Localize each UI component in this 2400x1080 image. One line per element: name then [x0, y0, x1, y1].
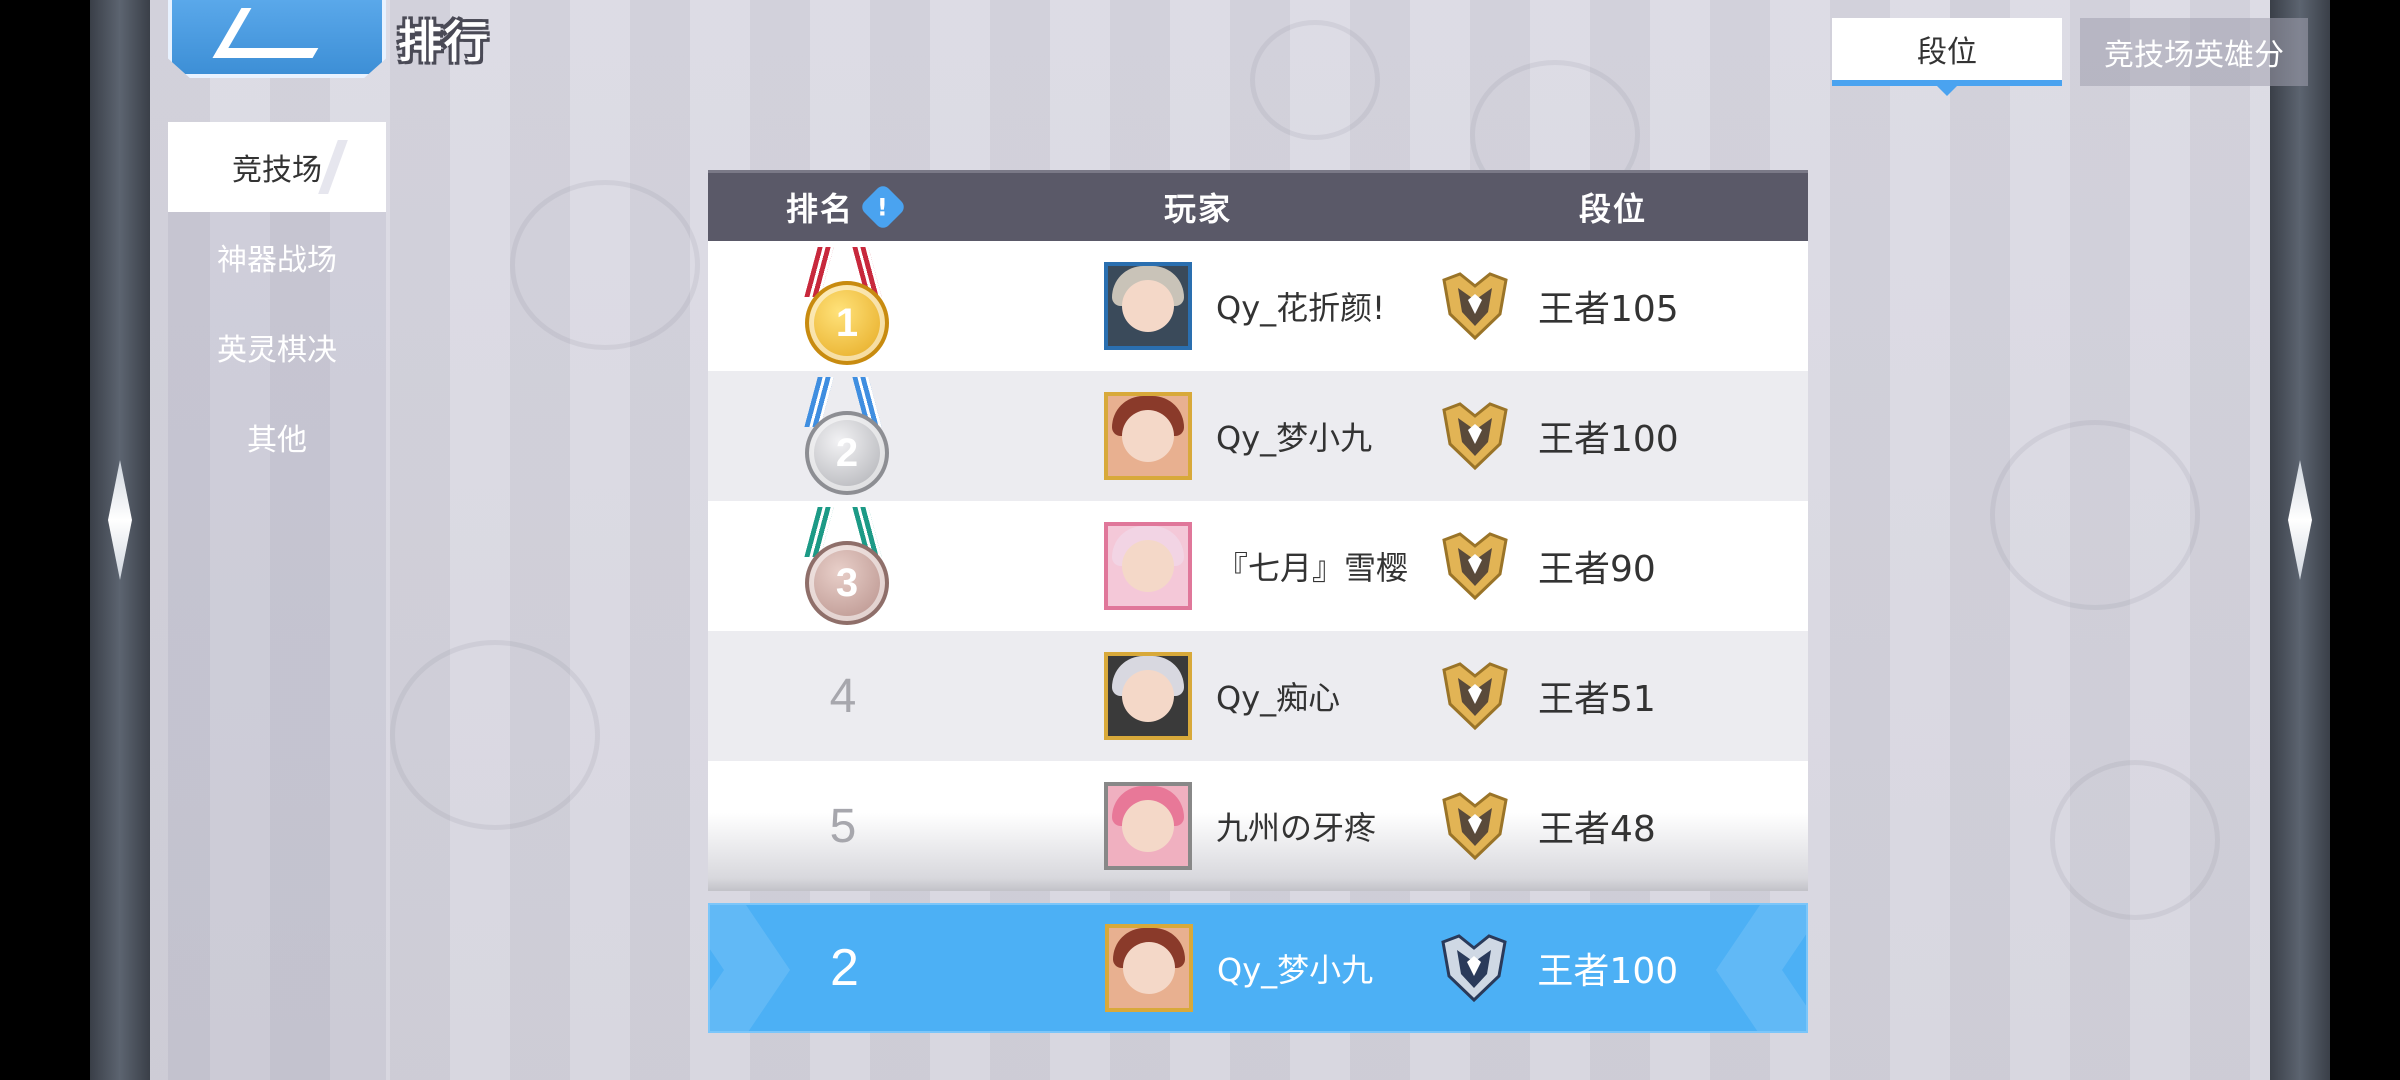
- king-tier-badge-icon: [1442, 272, 1508, 341]
- table-header: 排名 ! 玩家 段位: [708, 170, 1808, 241]
- rank-cell: 1: [708, 247, 978, 365]
- player-name: 九州の牙疼: [1216, 809, 1377, 847]
- player-cell: Qy_梦小九: [978, 392, 1418, 480]
- menu-item-artifact-battlefield[interactable]: 神器战场: [168, 212, 386, 302]
- background-decoration: [2050, 760, 2220, 920]
- player-name: Qy_花折颜!: [1216, 289, 1385, 327]
- player-name: Qy_痴心: [1216, 679, 1341, 717]
- king-tier-badge-icon: [1442, 402, 1508, 471]
- king-tier-badge-icon: [1442, 792, 1508, 861]
- back-arrow-icon: [212, 8, 342, 58]
- silver-medal-icon: 2: [793, 377, 893, 495]
- avatar[interactable]: [1105, 924, 1194, 1012]
- tier-text: 王者48: [1538, 809, 1656, 850]
- category-menu: 竞技场 神器战场 英灵棋决 其他: [168, 122, 386, 1080]
- table-row[interactable]: 1 Qy_花折颜! 王者105: [708, 241, 1808, 371]
- rank-number: 5: [829, 799, 857, 853]
- info-icon[interactable]: !: [858, 182, 908, 232]
- header-rank: 排名 !: [708, 182, 978, 232]
- header-player: 玩家: [1163, 190, 1232, 228]
- back-button[interactable]: [168, 0, 386, 78]
- header-tier: 段位: [1578, 190, 1647, 228]
- rank-number: 1: [805, 281, 889, 365]
- tab-rank-tier[interactable]: 段位: [1832, 18, 2062, 96]
- king-tier-badge-icon: [1442, 532, 1508, 601]
- player-cell: 『七月』雪樱: [978, 522, 1418, 610]
- avatar[interactable]: [1104, 392, 1192, 480]
- player-name: 『七月』雪樱: [1216, 549, 1409, 587]
- tier-cell: 王者51: [1418, 660, 1808, 732]
- menu-item-other[interactable]: 其他: [168, 392, 386, 482]
- my-rank-number: 2: [830, 939, 859, 997]
- player-cell: Qy_痴心: [978, 652, 1418, 740]
- table-row[interactable]: 4 Qy_痴心 王者51: [708, 631, 1808, 761]
- avatar[interactable]: [1104, 262, 1192, 350]
- gold-medal-icon: 1: [793, 247, 893, 365]
- header-rank-label: 排名: [785, 190, 854, 228]
- page-title: 排行: [398, 17, 490, 68]
- leaderboard-table: 排名 ! 玩家 段位 1 Qy_花折颜! 王者105 2 Qy_梦小九 王者10…: [708, 170, 1808, 1033]
- table-row[interactable]: 2 Qy_梦小九 王者100: [708, 371, 1808, 501]
- table-row[interactable]: 3 『七月』雪樱 王者90: [708, 501, 1808, 631]
- background-decoration: [390, 640, 600, 830]
- tier-text: 王者90: [1538, 549, 1656, 590]
- rank-cell: 4: [708, 669, 978, 724]
- rank-number: 3: [805, 541, 889, 625]
- player-cell: Qy_梦小九: [979, 924, 1417, 1012]
- avatar[interactable]: [1104, 652, 1192, 740]
- tab-arena-hero-score[interactable]: 竞技场英雄分: [2080, 18, 2308, 86]
- bronze-medal-icon: 3: [793, 507, 893, 625]
- avatar[interactable]: [1104, 522, 1192, 610]
- background-decoration: [1250, 20, 1380, 140]
- rank-cell: 3: [708, 507, 978, 625]
- tier-cell: 王者100: [1418, 400, 1808, 472]
- player-cell: 九州の牙疼: [978, 782, 1418, 870]
- rank-number: 2: [805, 411, 889, 495]
- tier-text: 王者105: [1538, 289, 1679, 330]
- background-decoration: [1990, 420, 2200, 610]
- menu-item-arena[interactable]: 竞技场: [168, 122, 386, 212]
- king-tier-badge-icon: [1442, 662, 1508, 731]
- king-tier-badge-icon: [1441, 934, 1508, 1003]
- my-tier-text: 王者100: [1537, 951, 1679, 992]
- avatar[interactable]: [1104, 782, 1192, 870]
- my-player-name: Qy_梦小九: [1217, 951, 1374, 989]
- background-decoration: [510, 180, 700, 350]
- tier-cell: 王者105: [1418, 270, 1808, 342]
- table-row[interactable]: 5 九州の牙疼 王者48: [708, 761, 1808, 891]
- left-frame-rail: [90, 0, 150, 1080]
- rail-gem-icon: [108, 460, 132, 580]
- menu-item-hero-chess[interactable]: 英灵棋决: [168, 302, 386, 392]
- tier-cell: 王者48: [1418, 790, 1808, 862]
- rank-cell: 2: [708, 377, 978, 495]
- tier-text: 王者51: [1538, 679, 1656, 720]
- my-rank-row[interactable]: 2 Qy_梦小九 王者100: [708, 903, 1808, 1033]
- rank-cell: 5: [708, 799, 978, 854]
- player-cell: Qy_花折颜!: [978, 262, 1418, 350]
- tier-cell: 王者90: [1418, 530, 1808, 602]
- right-frame-rail: [2270, 0, 2330, 1080]
- player-name: Qy_梦小九: [1216, 419, 1373, 457]
- rail-gem-icon: [2288, 460, 2312, 580]
- rank-number: 4: [829, 669, 857, 723]
- tier-text: 王者100: [1538, 419, 1679, 460]
